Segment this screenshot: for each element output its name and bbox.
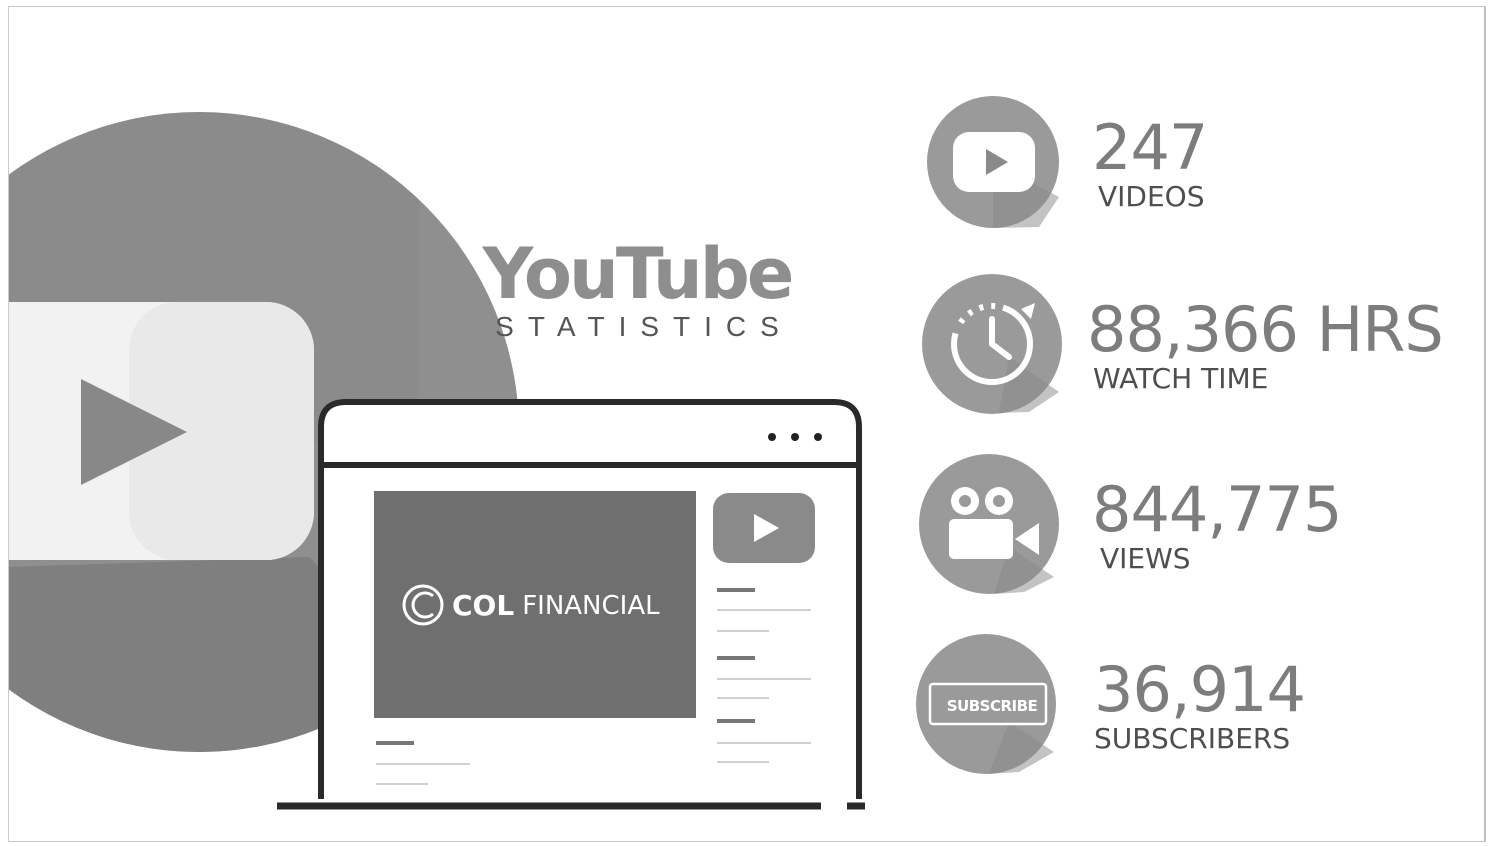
col-brand-rest: FINANCIAL bbox=[522, 590, 660, 621]
page-subtitle: STATISTICS bbox=[495, 311, 793, 342]
stat-videos: 247 VIDEOS bbox=[1092, 111, 1208, 213]
col-financial-logo: COL FINANCIAL bbox=[404, 589, 660, 622]
stat-value: 88,366 HRS bbox=[1087, 293, 1444, 366]
infographic-frame: YouTube STATISTICS COL FINANCIAL SUBSCRI… bbox=[8, 6, 1486, 842]
page-title: YouTube bbox=[482, 233, 795, 315]
title-block: YouTube STATISTICS bbox=[457, 235, 817, 343]
stat-value: 844,775 bbox=[1092, 473, 1342, 546]
videos-stat-icon bbox=[927, 96, 1059, 228]
stat-subscribers: 36,914 SUBSCRIBERS bbox=[1094, 653, 1306, 755]
stat-label: SUBSCRIBERS bbox=[1094, 722, 1291, 755]
stat-label: VIDEOS bbox=[1098, 180, 1205, 213]
stat-value: 247 bbox=[1092, 111, 1208, 184]
watch-time-stat-icon bbox=[922, 274, 1062, 414]
stat-views: 844,775 VIEWS bbox=[1092, 473, 1342, 575]
col-brand-strong: COL bbox=[452, 589, 515, 622]
stat-label: VIEWS bbox=[1100, 542, 1191, 575]
stat-value: 36,914 bbox=[1094, 653, 1306, 726]
stat-label: WATCH TIME bbox=[1093, 362, 1269, 395]
subscribe-badge: SUBSCRIBE bbox=[946, 697, 1038, 715]
views-stat-icon bbox=[919, 454, 1059, 594]
stat-watch-time: 88,366 HRS WATCH TIME bbox=[1087, 293, 1444, 395]
